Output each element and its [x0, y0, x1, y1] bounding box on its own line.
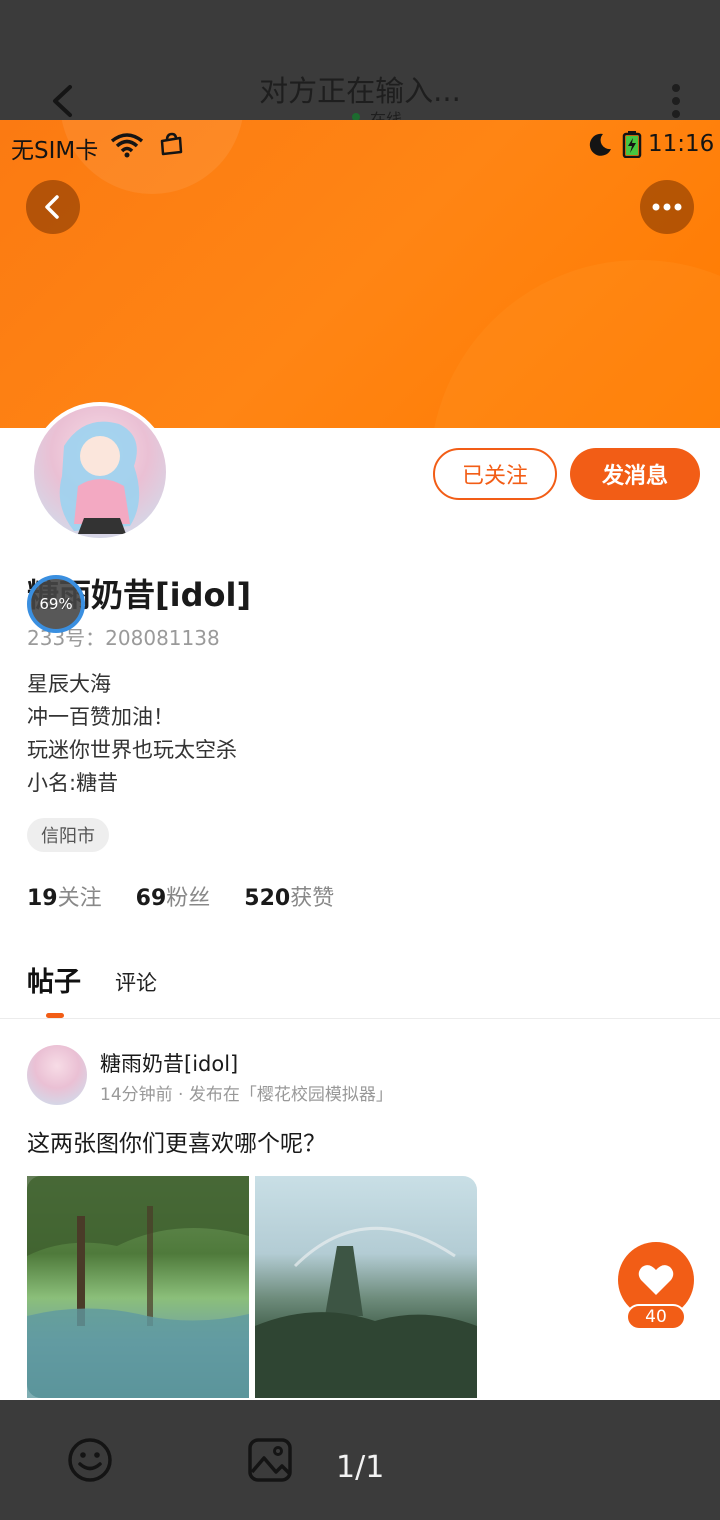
chat-title: 对方正在输入...	[259, 74, 461, 108]
bio-line: 冲一百赞加油！	[27, 705, 174, 729]
stat-label: 获赞	[290, 886, 335, 911]
chevron-left-icon	[45, 195, 59, 219]
chat-header: 对方正在输入... 在线	[0, 0, 720, 129]
profile-tabs: 帖子 评论	[27, 960, 157, 999]
like-count: 40	[626, 1304, 686, 1330]
stat-value: 520	[244, 886, 291, 911]
forest-illustration	[27, 1176, 249, 1398]
stat-value: 69	[135, 886, 167, 911]
stat-label: 关注	[57, 886, 102, 911]
bio: 星辰大海 冲一百赞加油！ 玩迷你世界也玩太空杀 小名:糖昔	[27, 668, 237, 800]
moon-icon	[589, 133, 611, 156]
mountain-illustration	[255, 1226, 477, 1398]
page-indicator: 1/1	[336, 1450, 385, 1485]
post-image-forest[interactable]	[27, 1176, 249, 1398]
location-tag[interactable]: 信阳市	[27, 818, 109, 852]
post-author[interactable]: 糖雨奶昔[idol]	[100, 1048, 238, 1078]
stat-value: 19	[27, 886, 58, 911]
heart-icon	[638, 1265, 674, 1295]
avatar-illustration	[59, 421, 140, 534]
stat-followers[interactable]: 69粉丝	[136, 880, 211, 912]
post-meta: 14分钟前 · 发布在「樱花校园模拟器」	[100, 1085, 393, 1105]
tab-comments[interactable]: 评论	[115, 967, 157, 999]
horizontal-dots-icon	[652, 203, 682, 211]
carrier-label: 无SIM卡	[11, 138, 99, 164]
profile-sheet: 无SIM卡 11:16 已关注 发消息 糖雨奶昔[idol] 233号：2080…	[0, 120, 720, 1400]
clock: 11:16	[648, 131, 715, 157]
bio-line: 玩迷你世界也玩太空杀	[27, 738, 237, 762]
send-message-button[interactable]: 发消息	[570, 448, 700, 500]
bio-line: 小名:糖昔	[27, 771, 119, 795]
more-button[interactable]	[640, 180, 694, 234]
bag-icon	[160, 132, 183, 156]
back-button[interactable]	[26, 180, 80, 234]
profile-banner: 无SIM卡 11:16	[0, 120, 720, 428]
post-image-mountain[interactable]	[255, 1176, 477, 1398]
loading-progress: 69%	[27, 575, 85, 633]
vertical-dots-icon[interactable]	[670, 84, 682, 120]
bio-line: 星辰大海	[27, 672, 111, 696]
stat-likes[interactable]: 520获赞	[244, 880, 334, 912]
avatar[interactable]	[30, 402, 170, 542]
status-bar: 无SIM卡 11:16	[0, 120, 720, 170]
battery-charging-icon	[622, 131, 642, 158]
post-author-avatar[interactable]	[27, 1045, 87, 1105]
tab-posts[interactable]: 帖子	[27, 960, 81, 999]
banner-decoration	[430, 260, 720, 428]
divider	[0, 1018, 720, 1019]
stat-following[interactable]: 19关注	[27, 880, 102, 912]
emoji-icon[interactable]	[66, 1436, 114, 1484]
post-text[interactable]: 这两张图你们更喜欢哪个呢？	[27, 1124, 326, 1158]
stat-label: 粉丝	[166, 886, 211, 911]
followed-button[interactable]: 已关注	[433, 448, 557, 500]
image-icon[interactable]	[246, 1436, 294, 1484]
stats-row: 19关注 69粉丝 520获赞	[27, 880, 334, 912]
wifi-icon	[110, 133, 144, 158]
viewer-toolbar: 1/1	[0, 1400, 720, 1520]
